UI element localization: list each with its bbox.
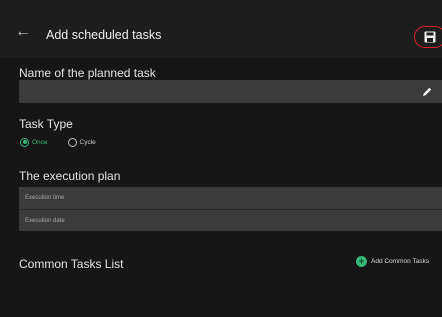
task-type-radio-group: Once Cycle	[20, 136, 116, 148]
radio-selected-icon	[20, 137, 29, 147]
task-type-label: Task Type	[19, 117, 73, 131]
common-tasks-label: Common Tasks List	[19, 257, 124, 271]
execution-plan-box: Execution time Execution date	[19, 187, 442, 231]
task-name-input[interactable]	[19, 80, 442, 103]
add-scheduled-task-screen: ← Add scheduled tasks Name of the planne…	[0, 0, 442, 317]
radio-cycle[interactable]: Cycle	[67, 137, 96, 147]
add-common-tasks-button[interactable]: + Add Common Tasks	[356, 256, 429, 267]
plus-circle-icon: +	[356, 256, 367, 267]
execution-date-field[interactable]: Execution date	[19, 209, 442, 231]
add-common-tasks-label: Add Common Tasks	[371, 258, 430, 265]
save-button[interactable]	[414, 26, 442, 48]
radio-once-label: Once	[32, 138, 48, 146]
execution-time-field[interactable]: Execution time	[19, 187, 442, 209]
arrow-left-icon: ←	[15, 23, 31, 40]
radio-once[interactable]: Once	[20, 137, 48, 147]
save-icon	[424, 31, 436, 43]
radio-unselected-icon	[67, 137, 77, 147]
pencil-icon[interactable]	[420, 85, 434, 99]
execution-plan-label: The execution plan	[19, 169, 121, 183]
top-bar: ← Add scheduled tasks	[0, 0, 442, 58]
page-title: Add scheduled tasks	[46, 28, 162, 42]
back-button[interactable]: ←	[12, 23, 34, 41]
radio-cycle-label: Cycle	[79, 138, 96, 146]
task-name-label: Name of the planned task	[19, 66, 156, 80]
